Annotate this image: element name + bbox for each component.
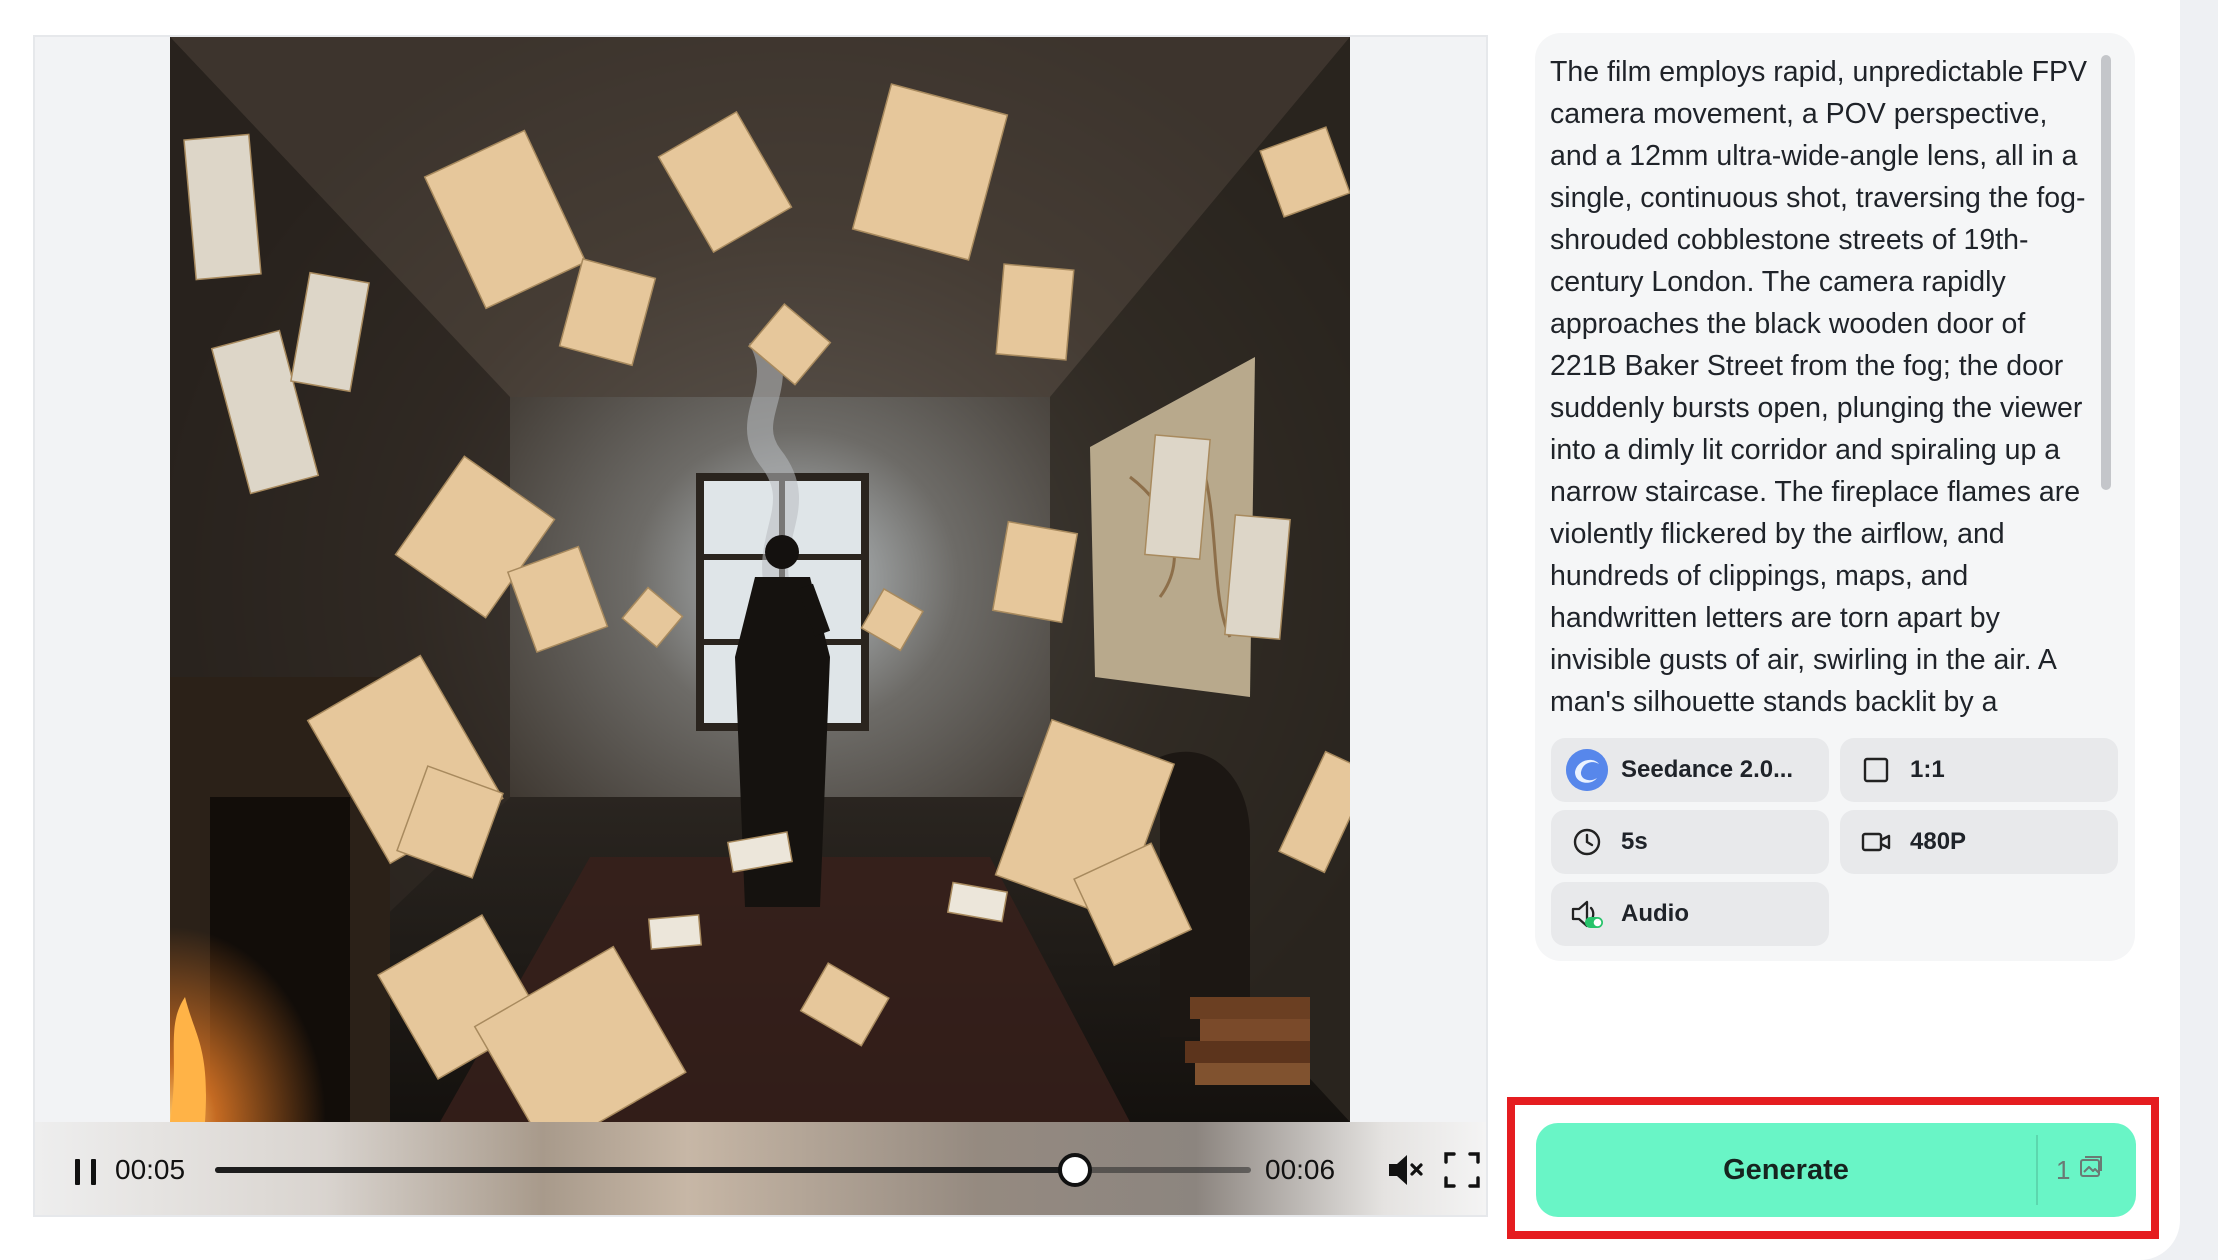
video-scene-image	[170, 37, 1350, 1122]
video-frame[interactable]	[170, 37, 1350, 1122]
fullscreen-icon[interactable]	[1440, 1148, 1484, 1192]
image-credit-icon	[2078, 1155, 2104, 1186]
aspect-ratio-label: 1:1	[1910, 756, 1945, 783]
current-time: 00:05	[115, 1154, 186, 1185]
audio-toggle[interactable]: Audio	[1551, 882, 1829, 946]
clock-icon	[1565, 820, 1609, 864]
generate-button[interactable]: Generate 1	[1536, 1123, 2136, 1217]
credit-cost: 1	[2056, 1123, 2104, 1217]
speaker-muted-icon[interactable]	[1383, 1148, 1427, 1192]
model-selector[interactable]: Seedance 2.0...	[1551, 738, 1829, 802]
seedance-logo-icon	[1565, 748, 1609, 792]
audio-label: Audio	[1621, 900, 1689, 927]
pause-button[interactable]	[65, 1152, 105, 1192]
prompt-panel: The film employs rapid, unpredictable FP…	[1535, 33, 2135, 961]
prompt-textarea[interactable]: The film employs rapid, unpredictable FP…	[1550, 51, 2095, 751]
pause-icon	[74, 1159, 80, 1185]
generate-label: Generate	[1723, 1153, 1849, 1186]
audio-toggle-icon	[1565, 892, 1609, 936]
player-controls: 00:05 00:06	[35, 1122, 1486, 1215]
seek-bar[interactable]	[215, 1153, 1251, 1187]
video-camera-icon	[1854, 820, 1898, 864]
generate-divider	[2036, 1135, 2038, 1205]
total-time: 00:06	[1265, 1154, 1336, 1185]
seek-handle[interactable]	[1057, 1153, 1092, 1187]
pause-icon-bar	[90, 1159, 96, 1185]
duration-label: 5s	[1621, 828, 1648, 855]
credit-count: 1	[2056, 1154, 2071, 1185]
video-player[interactable]: 00:05 00:06	[33, 35, 1488, 1217]
prompt-scroll-thumb[interactable]	[2101, 55, 2111, 490]
resolution-label: 480P	[1910, 828, 1967, 855]
model-label: Seedance 2.0...	[1621, 756, 1794, 783]
square-ratio-icon	[1854, 748, 1898, 792]
aspect-ratio-selector[interactable]: 1:1	[1840, 738, 2118, 802]
duration-selector[interactable]: 5s	[1551, 810, 1829, 874]
resolution-selector[interactable]: 480P	[1840, 810, 2118, 874]
seek-bar-progress	[215, 1167, 1075, 1173]
prompt-scrollbar[interactable]	[2099, 53, 2113, 749]
